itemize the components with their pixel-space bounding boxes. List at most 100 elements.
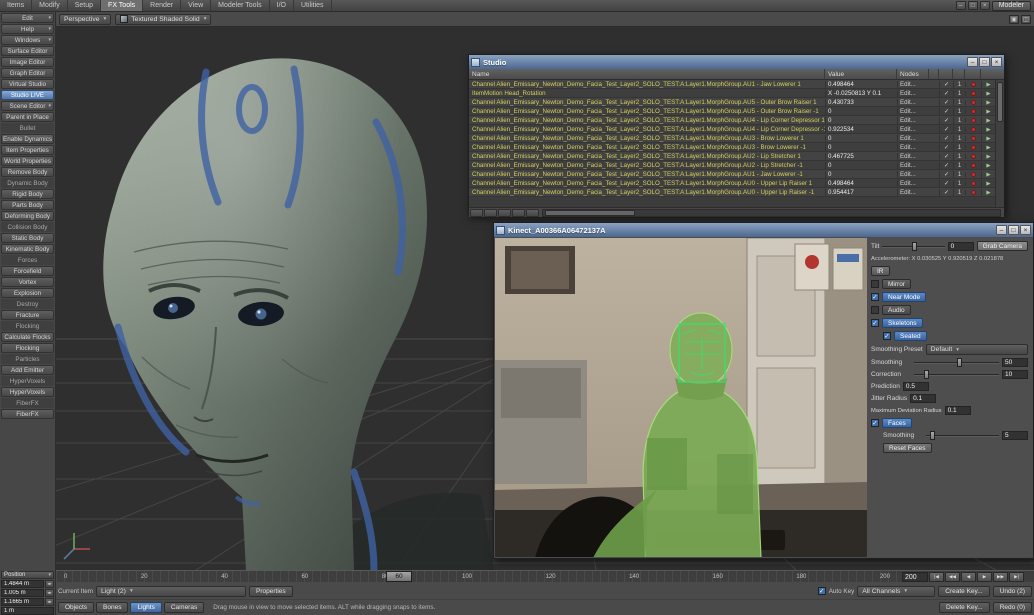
play-icon[interactable] xyxy=(977,572,992,582)
studio-channel-row[interactable]: Channel Alien_Emissary_Newton_Demo_Facia… xyxy=(469,125,995,134)
studio-channel-row[interactable]: Channel Alien_Emissary_Newton_Demo_Facia… xyxy=(469,80,995,89)
smoothing-value-field[interactable]: 50 xyxy=(1002,358,1028,367)
channel-value[interactable]: 0 xyxy=(825,162,897,169)
sidebar-item[interactable]: Surface Editor xyxy=(1,46,54,56)
channel-nodes-edit-button[interactable]: Edit... xyxy=(897,153,929,160)
column-name[interactable]: Name xyxy=(469,69,825,79)
position-x-field[interactable]: 1.4844 m xyxy=(1,580,44,588)
sidebar-item[interactable]: Item Properties xyxy=(1,145,54,155)
sidebar-item[interactable]: Deforming Body xyxy=(1,211,54,221)
sidebar-item[interactable]: Parent in Place xyxy=(1,112,54,122)
channel-record-icon[interactable] xyxy=(965,172,981,177)
item-category-button[interactable]: Cameras xyxy=(164,602,204,613)
smoothing-preset-dropdown[interactable]: Default xyxy=(926,344,1028,355)
menu-tab[interactable]: Setup xyxy=(68,0,101,11)
reset-faces-button[interactable]: Reset Faces xyxy=(883,443,932,453)
faces-checkbox[interactable] xyxy=(871,419,879,427)
channel-record-icon[interactable] xyxy=(965,163,981,168)
sidebar-item[interactable]: Flocking xyxy=(1,321,54,331)
channel-record-icon[interactable] xyxy=(965,109,981,114)
channel-enabled-check-icon[interactable] xyxy=(939,162,953,169)
studio-minimize-icon[interactable] xyxy=(967,57,978,67)
studio-channel-row[interactable]: Channel Alien_Emissary_Newton_Demo_Facia… xyxy=(469,143,995,152)
sidebar-item[interactable]: Dynamic Body xyxy=(1,178,54,188)
tool-selector-dropdown[interactable]: Position xyxy=(1,571,54,579)
studio-close-icon[interactable] xyxy=(991,57,1002,67)
menu-tab[interactable]: Items xyxy=(0,0,32,11)
channel-nodes-edit-button[interactable]: Edit... xyxy=(897,117,929,124)
channel-nodes-edit-button[interactable]: Edit... xyxy=(897,90,929,97)
create-key-button[interactable]: Create Key... xyxy=(938,586,989,597)
channel-record-icon[interactable] xyxy=(965,100,981,105)
smoothing-slider[interactable] xyxy=(914,358,999,367)
channel-play-icon[interactable] xyxy=(981,117,995,124)
shading-mode-dropdown[interactable]: Textured Shaded Solid xyxy=(115,14,211,25)
menu-tab[interactable]: View xyxy=(181,0,211,11)
sidebar-item[interactable]: Virtual Studio xyxy=(1,79,54,89)
channel-enabled-check-icon[interactable] xyxy=(939,171,953,178)
studio-footer-button[interactable] xyxy=(526,209,539,217)
channel-record-icon[interactable] xyxy=(965,136,981,141)
studio-footer-button[interactable] xyxy=(498,209,511,217)
studio-maximize-icon[interactable] xyxy=(979,57,990,67)
studio-channel-row[interactable]: Channel Alien_Emissary_Newton_Demo_Facia… xyxy=(469,170,995,179)
channel-enabled-check-icon[interactable] xyxy=(939,135,953,142)
studio-footer-button[interactable] xyxy=(512,209,525,217)
channel-record-icon[interactable] xyxy=(965,145,981,150)
kinect-titlebar[interactable]: Kinect_A00366A06472137A xyxy=(494,223,1033,237)
column-nodes[interactable]: Nodes xyxy=(897,69,929,79)
menu-tab[interactable]: Modify xyxy=(32,0,68,11)
channel-record-icon[interactable] xyxy=(965,118,981,123)
menu-tab[interactable]: Modeler Tools xyxy=(211,0,269,11)
channel-value[interactable]: 0.922534 xyxy=(825,126,897,133)
channel-enabled-check-icon[interactable] xyxy=(939,189,953,196)
position-y-stepper[interactable] xyxy=(45,589,54,597)
minimize-window-icon[interactable]: – xyxy=(956,1,966,10)
max-deviation-value-field[interactable]: 0.1 xyxy=(945,406,971,415)
sidebar-item[interactable]: Windows xyxy=(1,35,54,45)
studio-channel-row[interactable]: ItemMotion Head_Rotation X -0.0250813 Y … xyxy=(469,89,995,98)
channel-nodes-edit-button[interactable]: Edit... xyxy=(897,162,929,169)
sidebar-item[interactable]: Destroy xyxy=(1,299,54,309)
kinect-close-icon[interactable] xyxy=(1020,225,1031,235)
channel-enabled-check-icon[interactable] xyxy=(939,117,953,124)
studio-channel-row[interactable]: Channel Alien_Emissary_Newton_Demo_Facia… xyxy=(469,107,995,116)
item-category-button[interactable]: Objects xyxy=(58,602,94,613)
channel-nodes-edit-button[interactable]: Edit... xyxy=(897,126,929,133)
maximize-window-icon[interactable]: □ xyxy=(968,1,978,10)
view-mode-dropdown[interactable]: Perspective xyxy=(59,14,111,25)
close-window-icon[interactable]: × xyxy=(980,1,990,10)
mirror-checkbox[interactable] xyxy=(871,280,879,288)
auto-key-mode-dropdown[interactable]: All Channels xyxy=(857,586,935,597)
go-last-frame-icon[interactable] xyxy=(1009,572,1024,582)
sidebar-item[interactable]: HyperVoxels xyxy=(1,387,54,397)
studio-channel-row[interactable]: Channel Alien_Emissary_Newton_Demo_Facia… xyxy=(469,134,995,143)
sidebar-menu-button[interactable]: Edit xyxy=(1,13,54,23)
seated-checkbox[interactable] xyxy=(883,332,891,340)
channel-nodes-edit-button[interactable]: Edit... xyxy=(897,189,929,196)
channel-play-icon[interactable] xyxy=(981,153,995,160)
faces-label[interactable]: Faces xyxy=(882,418,912,428)
channel-nodes-edit-button[interactable]: Edit... xyxy=(897,180,929,187)
sidebar-item[interactable]: Graph Editor xyxy=(1,68,54,78)
item-category-button[interactable]: Lights xyxy=(130,602,161,613)
channel-nodes-edit-button[interactable]: Edit... xyxy=(897,171,929,178)
tilt-value-field[interactable]: 0 xyxy=(948,242,974,251)
studio-horizontal-scrollbar[interactable] xyxy=(542,209,1001,217)
jitter-radius-value-field[interactable]: 0.1 xyxy=(910,394,936,403)
sidebar-item[interactable]: Studio LIVE xyxy=(1,90,54,100)
sidebar-item[interactable]: Fracture xyxy=(1,310,54,320)
column-enable-icon[interactable] xyxy=(939,69,953,79)
channel-enabled-check-icon[interactable] xyxy=(939,90,953,97)
position-x-stepper[interactable] xyxy=(45,580,54,588)
item-category-button[interactable]: Bones xyxy=(96,602,128,613)
channel-record-icon[interactable] xyxy=(965,127,981,132)
skeletons-checkbox[interactable] xyxy=(871,319,879,327)
menu-tab[interactable]: I/O xyxy=(270,0,294,11)
channel-enabled-check-icon[interactable] xyxy=(939,153,953,160)
redo-button[interactable]: Redo (0) xyxy=(993,602,1032,613)
sidebar-item[interactable]: Scene Editor xyxy=(1,101,54,111)
near-mode-checkbox[interactable] xyxy=(871,293,879,301)
channel-enabled-check-icon[interactable] xyxy=(939,180,953,187)
channel-nodes-edit-button[interactable]: Edit... xyxy=(897,99,929,106)
